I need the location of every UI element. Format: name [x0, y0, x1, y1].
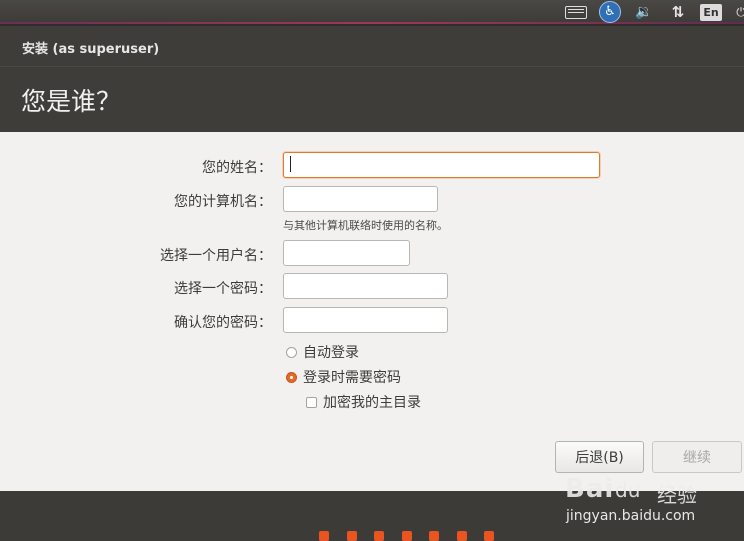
progress-step — [401, 531, 412, 541]
watermark-paw: du — [615, 478, 641, 502]
computer-name-label: 您的计算机名： — [174, 194, 272, 210]
language-label: En — [700, 3, 722, 21]
encrypt-home-checkbox[interactable] — [306, 396, 317, 408]
back-button[interactable]: 后退(B) — [555, 441, 644, 473]
password-label: 选择一个密码： — [174, 281, 272, 297]
progress-step — [374, 531, 384, 541]
page-title: 您是谁？ — [21, 87, 122, 116]
keyboard-icon[interactable] — [564, 1, 588, 23]
encrypt-home-label: 加密我的主目录 — [323, 395, 421, 411]
auto-login-option[interactable]: 自动登录 — [286, 342, 359, 362]
username-label: 选择一个用户名： — [160, 248, 272, 264]
accessibility-icon[interactable]: ♿ — [599, 1, 621, 23]
continue-button[interactable]: 继续 — [652, 441, 742, 473]
progress-step — [484, 531, 494, 541]
confirm-password-label: 确认您的密码： — [174, 315, 272, 331]
watermark-logo: Bai — [565, 474, 615, 504]
progress-step — [429, 531, 439, 541]
progress-step — [456, 531, 467, 541]
network-icon[interactable]: ⇅ — [666, 1, 690, 23]
watermark-brand: 经验 — [657, 483, 697, 507]
confirm-password-input[interactable] — [283, 307, 448, 333]
auto-login-label: 自动登录 — [303, 345, 359, 361]
window-title: 安装 (as superuser) — [22, 42, 160, 57]
require-password-radio[interactable] — [286, 371, 297, 383]
name-input[interactable] — [283, 152, 600, 178]
progress-step — [319, 531, 329, 541]
power-icon[interactable]: ⏻ — [736, 1, 744, 23]
username-input[interactable] — [283, 240, 410, 266]
auto-login-radio[interactable] — [286, 346, 297, 358]
computer-name-hint: 与其他计算机联络时使用的名称。 — [283, 219, 448, 232]
language-indicator[interactable]: En — [700, 1, 722, 23]
progress-step — [346, 531, 357, 541]
require-password-option[interactable]: 登录时需要密码 — [286, 367, 401, 387]
encrypt-home-option[interactable]: 加密我的主目录 — [306, 392, 421, 412]
name-label: 您的姓名： — [202, 160, 272, 176]
password-input[interactable] — [283, 273, 448, 299]
watermark-url: jingyan.baidu.com — [566, 508, 696, 524]
volume-icon[interactable]: 🔉 — [631, 1, 657, 23]
computer-name-input[interactable] — [283, 186, 438, 212]
require-password-label: 登录时需要密码 — [303, 370, 401, 386]
text-caret — [290, 156, 291, 172]
